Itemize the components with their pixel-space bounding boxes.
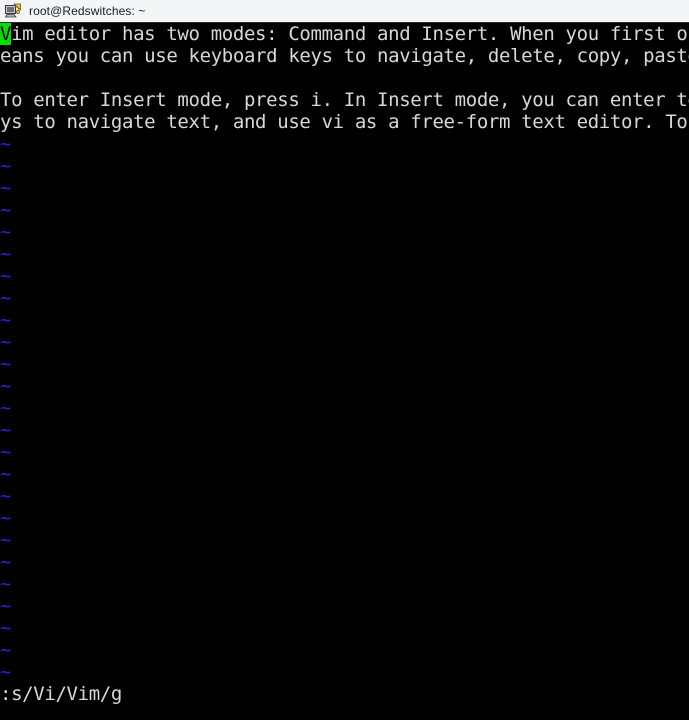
terminal-cursor: V [0, 23, 12, 45]
terminal-screen[interactable]: Vim editor has two modes: Command and In… [0, 23, 689, 719]
putty-terminal-window: root@Redswitches: ~ Vim editor has two m… [0, 0, 689, 720]
vim-empty-line-marker: ~ [0, 463, 12, 485]
vim-empty-line-marker: ~ [0, 617, 12, 639]
terminal-buffer[interactable]: Vim editor has two modes: Command and In… [0, 23, 689, 705]
terminal-line-with-cursor: Vim editor has two modes: Command and In… [0, 23, 689, 45]
vim-empty-line-marker: ~ [0, 639, 12, 661]
terminal-line: eans you can use keyboard keys to naviga… [0, 45, 689, 67]
terminal-line: ys to navigate text, and use vi as a fre… [0, 111, 689, 133]
terminal-line-text: im editor has two modes: Command and Ins… [11, 23, 689, 45]
putty-icon [5, 3, 21, 18]
terminal-line: To enter Insert mode, press i. In Insert… [0, 89, 689, 111]
vim-empty-line-marker: ~ [0, 551, 12, 573]
vim-empty-line-marker: ~ [0, 287, 12, 309]
vim-empty-line-marker: ~ [0, 485, 12, 507]
vim-empty-line-marker: ~ [0, 309, 12, 331]
window-titlebar[interactable]: root@Redswitches: ~ [0, 0, 689, 23]
vim-empty-line-marker: ~ [0, 397, 12, 419]
vim-empty-line-marker: ~ [0, 529, 12, 551]
vim-empty-line-marker: ~ [0, 221, 12, 243]
vim-empty-line-marker: ~ [0, 243, 12, 265]
vim-empty-line-marker: ~ [0, 419, 12, 441]
vim-empty-line-marker: ~ [0, 265, 12, 287]
window-title: root@Redswitches: ~ [29, 4, 146, 18]
vim-empty-line-marker: ~ [0, 507, 12, 529]
vim-empty-line-marker: ~ [0, 375, 12, 397]
vim-empty-line-marker: ~ [0, 199, 12, 221]
vim-empty-line-marker: ~ [0, 661, 12, 683]
vim-empty-line-marker: ~ [0, 573, 12, 595]
vim-empty-line-marker: ~ [0, 353, 12, 375]
vim-empty-line-marker: ~ [0, 595, 12, 617]
vim-empty-line-marker: ~ [0, 155, 12, 177]
vim-empty-line-marker: ~ [0, 331, 12, 353]
vim-empty-line-marker: ~ [0, 177, 12, 199]
vim-empty-line-marker: ~ [0, 441, 12, 463]
vim-command-line[interactable]: :s/Vi/Vim/g [0, 683, 689, 705]
vim-empty-line-marker: ~ [0, 133, 12, 155]
